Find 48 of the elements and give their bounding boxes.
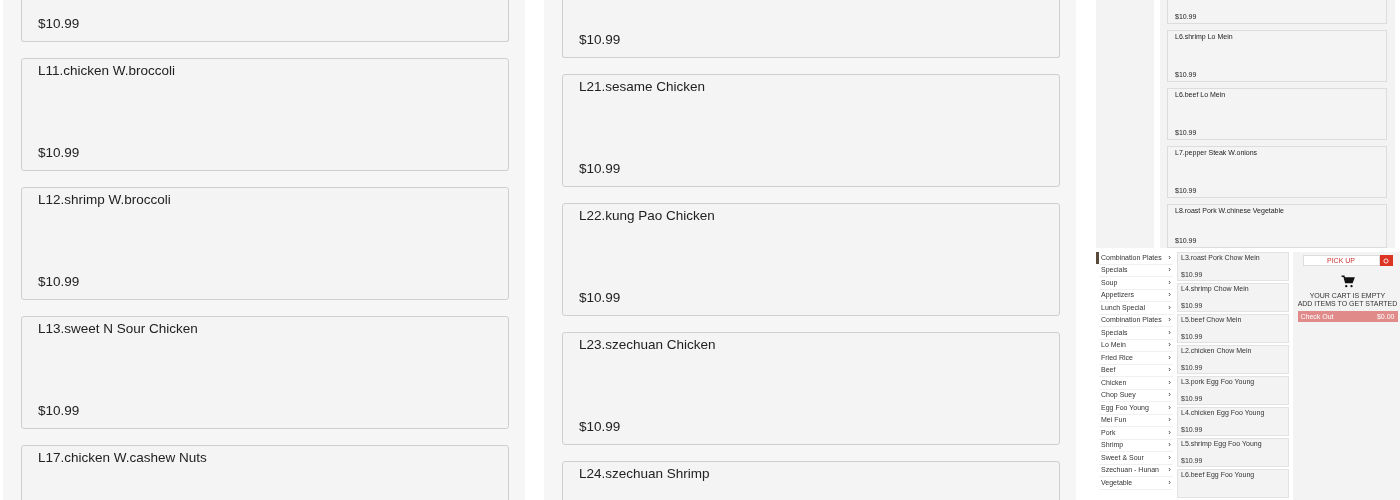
chevron-icon: › <box>1168 291 1171 300</box>
chevron-icon: › <box>1168 341 1171 350</box>
item-name: L17.chicken W.cashew Nuts <box>38 450 208 465</box>
chevron-icon: › <box>1168 453 1171 462</box>
menu-item-card[interactable]: L12.shrimp W.broccoli $10.99 <box>21 187 509 300</box>
item-price: $10.99 <box>579 161 622 176</box>
chevron-icon: › <box>1168 403 1171 412</box>
item-price: $10.99 <box>579 419 622 434</box>
chevron-icon: › <box>1168 441 1171 450</box>
item-price: $10.99 <box>38 145 81 160</box>
chevron-icon: › <box>1168 416 1171 425</box>
item-name: L12.shrimp W.broccoli <box>38 192 172 207</box>
item-price: $10.99 <box>579 290 622 305</box>
item-name: L23.szechuan Chicken <box>579 337 717 352</box>
menu-item-card[interactable]: L22.kung Pao Chicken $10.99 <box>562 203 1060 316</box>
chevron-icon: › <box>1168 428 1171 437</box>
item-name: L13.sweet N Sour Chicken <box>38 321 199 336</box>
item-price: $10.99 <box>38 274 81 289</box>
location-button[interactable] <box>1379 255 1393 266</box>
menu-item-card[interactable]: L13.sweet N Sour Chicken $10.99 <box>21 316 509 429</box>
menu-item-card[interactable]: L11.chicken W.broccoli $10.99 <box>21 58 509 171</box>
chevron-icon: › <box>1168 366 1171 375</box>
menu-item-card[interactable]: $10.99 <box>562 0 1060 58</box>
chevron-icon: › <box>1168 253 1171 262</box>
item-name: L24.szechuan Shrimp <box>579 466 711 481</box>
item-price: $10.99 <box>38 403 81 418</box>
chevron-icon: › <box>1168 278 1171 287</box>
menu-item-card[interactable]: L21.sesame Chicken $10.99 <box>562 74 1060 187</box>
menu-item-card[interactable]: L23.szechuan Chicken $10.99 <box>562 332 1060 445</box>
item-price: $10.99 <box>579 32 622 47</box>
chevron-icon: › <box>1168 466 1171 475</box>
ring-icon <box>1383 257 1389 264</box>
chevron-icon: › <box>1168 478 1171 487</box>
menu-item-card[interactable]: L24.szechuan Shrimp <box>562 461 1060 500</box>
item-price: $10.99 <box>38 16 81 31</box>
item-name: L21.sesame Chicken <box>579 79 707 94</box>
menu-item-card[interactable]: $10.99 <box>21 0 509 42</box>
chevron-icon: › <box>1168 328 1171 337</box>
cart-icon <box>1340 275 1355 289</box>
chevron-icon: › <box>1168 303 1171 312</box>
menu-item-card[interactable]: L17.chicken W.cashew Nuts <box>21 445 509 500</box>
chevron-icon: › <box>1168 316 1171 325</box>
item-name: L11.chicken W.broccoli <box>38 63 177 78</box>
chevron-icon: › <box>1168 266 1171 275</box>
chevron-icon: › <box>1168 353 1171 362</box>
item-name: L22.kung Pao Chicken <box>579 208 716 223</box>
chevron-icon: › <box>1168 378 1171 387</box>
chevron-icon: › <box>1168 391 1171 400</box>
